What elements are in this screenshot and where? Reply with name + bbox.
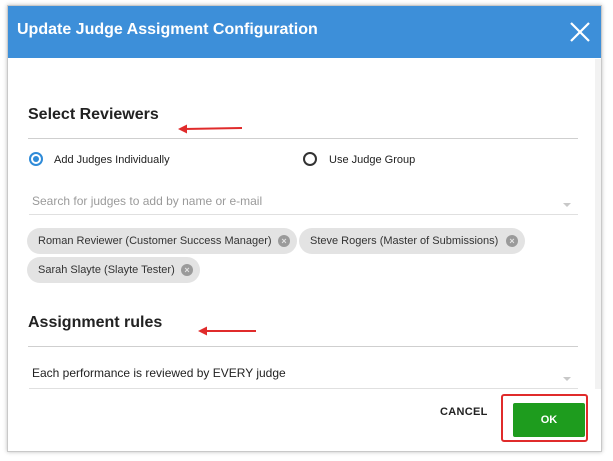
select-reviewers-title: Select Reviewers — [28, 106, 159, 123]
annotation-arrow-icon — [178, 124, 243, 134]
judge-chip: Roman Reviewer (Customer Success Manager… — [27, 228, 297, 254]
remove-chip-icon[interactable]: × — [506, 235, 518, 247]
remove-chip-icon[interactable]: × — [181, 264, 193, 276]
screenshot-frame: Update Judge Assigment Configuration Sel… — [0, 0, 613, 461]
close-icon — [570, 22, 590, 42]
radio-add-individually[interactable] — [29, 152, 43, 166]
chevron-down-icon[interactable] — [563, 203, 571, 207]
radio-use-judge-group[interactable] — [303, 152, 317, 166]
radio-use-judge-group-label[interactable]: Use Judge Group — [329, 154, 415, 166]
rules-divider — [28, 346, 578, 347]
annotation-arrow-icon — [198, 326, 256, 336]
dialog-scrollbar[interactable] — [595, 59, 601, 389]
dialog-title: Update Judge Assigment Configuration — [17, 21, 318, 38]
judge-assignment-dialog: Update Judge Assigment Configuration Sel… — [7, 5, 602, 452]
judge-chip: Sarah Slayte (Slayte Tester) × — [27, 257, 200, 283]
close-button[interactable] — [567, 19, 593, 45]
assignment-rules-title: Assignment rules — [28, 314, 163, 331]
ok-button[interactable]: OK — [513, 403, 585, 437]
assignment-rule-value: Each performance is reviewed by EVERY ju… — [32, 366, 286, 380]
remove-chip-icon[interactable]: × — [278, 235, 290, 247]
judge-chip: Steve Rogers (Master of Submissions) × — [299, 228, 525, 254]
judge-search-input[interactable] — [29, 188, 562, 214]
chevron-down-icon[interactable] — [563, 377, 571, 381]
dialog-header: Update Judge Assigment Configuration — [8, 6, 601, 58]
assignment-rule-select[interactable]: Each performance is reviewed by EVERY ju… — [29, 362, 578, 389]
judge-search-field[interactable] — [29, 188, 578, 215]
judge-chip-label: Steve Rogers (Master of Submissions) — [310, 235, 499, 247]
judge-chip-label: Roman Reviewer (Customer Success Manager… — [38, 235, 272, 247]
reviewers-divider — [28, 138, 578, 139]
cancel-button[interactable]: CANCEL — [440, 406, 488, 418]
radio-add-individually-label[interactable]: Add Judges Individually — [54, 154, 170, 166]
judge-chip-label: Sarah Slayte (Slayte Tester) — [38, 264, 175, 276]
